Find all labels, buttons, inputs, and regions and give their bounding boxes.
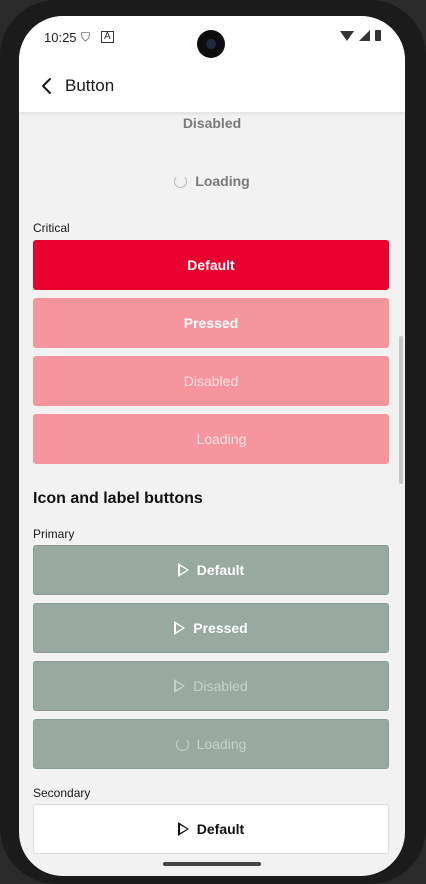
- critical-disabled-label: Disabled: [183, 373, 239, 389]
- primary-section-label: Primary: [33, 527, 75, 541]
- critical-section-label: Critical: [33, 221, 70, 235]
- primary-default-label: Default: [196, 562, 245, 578]
- plain-loading-button: Loading: [19, 173, 405, 189]
- status-bar: 10:25 ⛉ A: [19, 16, 405, 60]
- scrollbar[interactable]: [399, 336, 403, 484]
- critical-pressed-button[interactable]: Pressed: [33, 298, 389, 348]
- play-icon: [177, 563, 189, 577]
- primary-pressed-button[interactable]: Pressed: [33, 603, 389, 653]
- critical-disabled-button: Disabled: [33, 356, 389, 406]
- page-title: Button: [65, 76, 115, 95]
- primary-disabled-label: Disabled: [193, 678, 248, 694]
- primary-pressed-label: Pressed: [193, 620, 248, 636]
- primary-default-button[interactable]: Default: [33, 545, 389, 595]
- plain-loading-label: Loading: [195, 173, 250, 189]
- button-catalog: Disabled Loading Critical Default Presse…: [19, 113, 405, 876]
- primary-loading-button: Loading: [33, 719, 389, 769]
- loading-spinner-icon: [175, 737, 189, 751]
- app-bar: Button: [19, 60, 405, 113]
- play-icon: [174, 679, 186, 693]
- critical-loading-button: Loading: [33, 414, 389, 464]
- status-time: 10:25: [44, 30, 77, 45]
- arrow-back-icon[interactable]: [35, 74, 59, 98]
- front-camera: [197, 30, 225, 58]
- wifi-icon: [340, 30, 354, 41]
- shield-icon: ⛉: [81, 30, 91, 44]
- battery-icon: [375, 30, 381, 41]
- app-notification-icon: A: [101, 31, 114, 43]
- primary-disabled-button: Disabled: [33, 661, 389, 711]
- secondary-section-label: Secondary: [33, 786, 91, 800]
- critical-default-label: Default: [187, 257, 235, 273]
- home-indicator[interactable]: [163, 862, 261, 866]
- critical-loading-label: Loading: [196, 431, 247, 447]
- play-icon: [174, 621, 186, 635]
- loading-spinner-icon: [175, 432, 189, 446]
- play-icon: [177, 822, 189, 836]
- secondary-default-button[interactable]: Default: [33, 804, 389, 854]
- icon-label-heading: Icon and label buttons: [33, 490, 203, 507]
- secondary-default-label: Default: [196, 821, 245, 837]
- critical-pressed-label: Pressed: [183, 315, 239, 331]
- critical-default-button[interactable]: Default: [33, 240, 389, 290]
- screen: 10:25 ⛉ A Button Disabled Loading Critic…: [19, 16, 405, 876]
- signal-icon: [359, 30, 370, 41]
- plain-disabled-button: Disabled: [182, 115, 242, 131]
- loading-spinner-icon: [174, 175, 188, 188]
- primary-loading-label: Loading: [196, 736, 247, 752]
